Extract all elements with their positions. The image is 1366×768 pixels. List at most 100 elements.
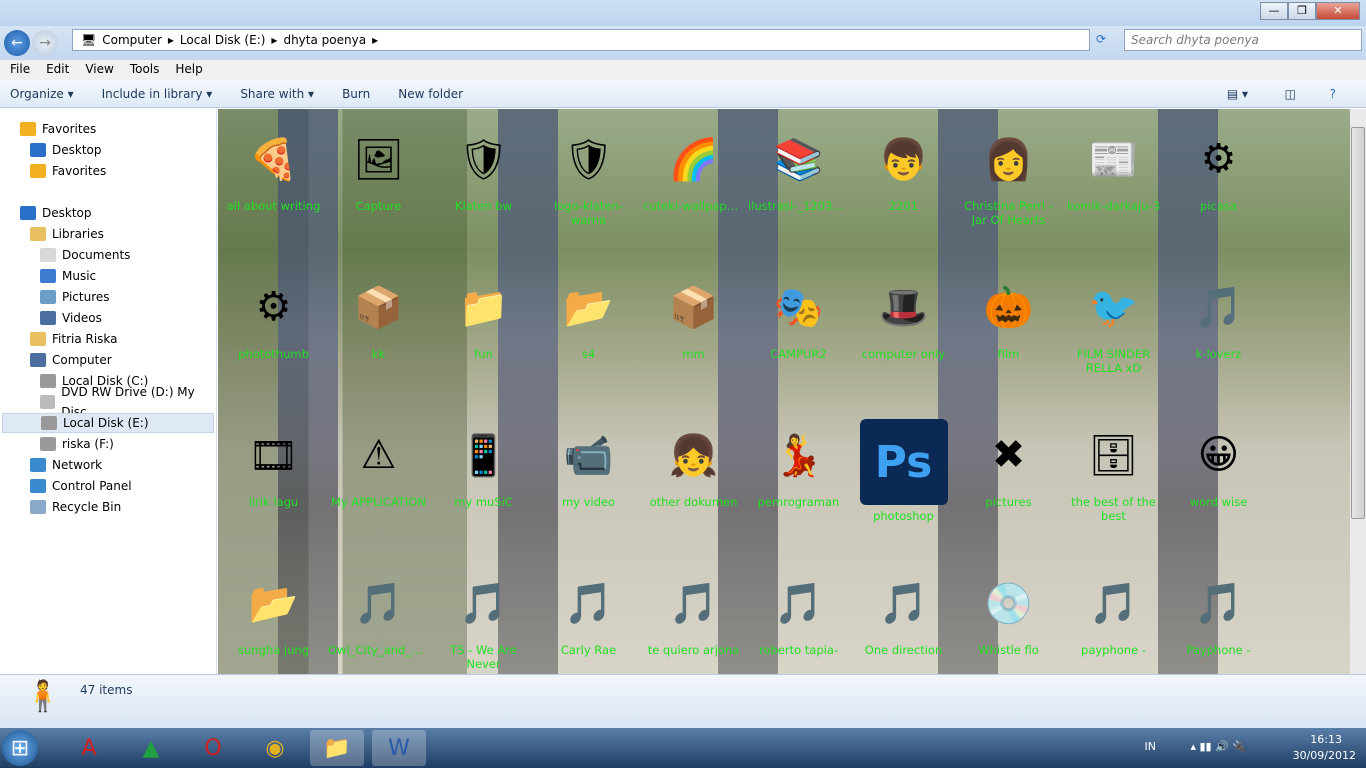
title-bar: — ❐ ✕ — [0, 0, 1366, 26]
breadcrumb-dhyta-poenya[interactable]: dhyta poenya — [283, 33, 366, 47]
organize-button[interactable]: Organize ▾ — [10, 87, 74, 101]
nav-item[interactable]: Desktop — [30, 140, 102, 160]
menu-tools[interactable]: Tools — [122, 60, 168, 80]
file-item[interactable]: 📂 s4 — [536, 271, 641, 362]
file-label: ilustrasi-_120319... — [748, 199, 851, 213]
taskbar-app-button[interactable]: ▲ — [124, 730, 178, 766]
nav-item[interactable]: DVD RW Drive (D:) My Disc — [40, 385, 216, 419]
menu-file[interactable]: File — [2, 60, 38, 80]
file-item[interactable]: 📚 ilustrasi-_120319... — [746, 123, 851, 214]
language-indicator[interactable]: IN — [1145, 740, 1156, 753]
search-input[interactable]: Search dhyta poenya — [1124, 29, 1362, 51]
file-item[interactable]: 🛡 logo-klaten-warna — [536, 123, 641, 228]
file-item[interactable]: ⚠ My APPLICATION — [326, 419, 431, 509]
view-options-icon[interactable]: ▤ ▾ — [1227, 87, 1248, 101]
menu-help[interactable]: Help — [167, 60, 210, 80]
file-item[interactable]: 🗄 the best of the best — [1061, 419, 1166, 524]
nav-item[interactable]: Videos — [40, 308, 102, 328]
file-item[interactable]: 🎭 CAMPUR2 — [746, 271, 851, 362]
file-item[interactable]: 🐦 FILM SINDER RELLA xD — [1061, 271, 1166, 376]
nav-item[interactable]: Pictures — [40, 287, 110, 307]
minimize-button[interactable]: — — [1260, 2, 1288, 20]
file-item[interactable]: ⚙ picasa — [1166, 123, 1271, 213]
clock-date[interactable]: 30/09/2012 — [1293, 749, 1356, 762]
tray-icons[interactable]: ▴ ▮▮ 🔊 🔌 — [1190, 740, 1246, 753]
nav-item[interactable]: Desktop — [20, 203, 92, 223]
file-item[interactable]: 🎵 One direction — [851, 567, 956, 658]
menu-view[interactable]: View — [77, 60, 121, 80]
nav-item[interactable]: Recycle Bin — [30, 497, 121, 517]
file-item[interactable]: 🎵 roberto tapia- — [746, 567, 851, 658]
taskbar-app-button[interactable]: 📁 — [310, 730, 364, 766]
file-item[interactable]: 🍕 all about writing — [221, 123, 326, 214]
nav-item[interactable]: Fitria Riska — [30, 329, 118, 349]
file-item[interactable]: 📂 sungha jung — [221, 567, 326, 658]
nav-item[interactable]: Libraries — [30, 224, 104, 244]
scrollbar-thumb[interactable] — [1351, 127, 1365, 519]
help-icon[interactable]: ? — [1330, 87, 1336, 101]
file-item[interactable]: 📱 my muSiC — [431, 419, 536, 510]
file-item[interactable]: 🎵 Carly Rae — [536, 567, 641, 658]
preview-pane-icon[interactable]: ◫ — [1285, 87, 1296, 101]
nav-item-label: Music — [62, 269, 97, 283]
close-button[interactable]: ✕ — [1316, 2, 1360, 20]
file-icon: 📂 — [248, 580, 299, 627]
clock-time[interactable]: 16:13 — [1310, 733, 1342, 746]
file-item[interactable]: 👩 Christina Perri - Jar Of Hearts — [956, 123, 1061, 228]
navigation-pane: Favorites Desktop Favorites Desktop Librarie… — [0, 109, 217, 674]
nav-item[interactable]: Favorites — [20, 119, 96, 139]
nav-item[interactable]: Favorites — [30, 161, 106, 181]
file-item[interactable]: 🖼 Capture — [326, 123, 431, 214]
nav-item[interactable]: Network — [30, 455, 102, 475]
burn-button[interactable]: Burn — [342, 87, 370, 101]
file-label: photoshop — [873, 509, 934, 523]
file-item[interactable]: 🌈 cuteki-wallpaper... — [641, 123, 746, 214]
file-item[interactable]: ⚙ photothumb — [221, 271, 326, 361]
file-item[interactable]: 🛡 Klaten bw — [431, 123, 536, 214]
file-item[interactable]: 🎵 Payphone - — [1166, 567, 1271, 658]
file-item[interactable]: Ps photoshop — [851, 419, 956, 523]
new-folder-button[interactable]: New folder — [398, 87, 463, 101]
file-item[interactable]: 📦 kk — [326, 271, 431, 362]
share-with-button[interactable]: Share with ▾ — [240, 87, 314, 101]
nav-item[interactable]: Local Disk (E:) — [2, 413, 214, 433]
back-button[interactable]: ← — [4, 30, 30, 56]
file-item[interactable]: 💃 pemrograman — [746, 419, 851, 510]
nav-item[interactable]: Control Panel — [30, 476, 132, 496]
taskbar-app-button[interactable]: W — [372, 730, 426, 766]
file-item[interactable]: 📦 mm — [641, 271, 746, 362]
breadcrumb-computer[interactable]: Computer — [102, 33, 162, 47]
include-in-library-button[interactable]: Include in library ▾ — [102, 87, 213, 101]
file-item[interactable]: 📰 komik-darkaju-3 — [1061, 123, 1166, 214]
file-item[interactable]: 👦 2201 — [851, 123, 956, 214]
file-icon: 🛡 — [458, 136, 509, 183]
nav-item[interactable]: Documents — [40, 245, 130, 265]
file-item[interactable]: 📹 my video — [536, 419, 641, 510]
taskbar-app-button[interactable]: O — [186, 730, 240, 766]
breadcrumb-local-disk-e[interactable]: Local Disk (E:) — [180, 33, 266, 47]
nav-item[interactable]: Computer — [30, 350, 112, 370]
file-item[interactable]: 🎵 TS - We Are Never — [431, 567, 536, 672]
address-input[interactable]: 🖥 Computer ▸ Local Disk (E:) ▸ dhyta poeny… — [72, 29, 1090, 51]
forward-button[interactable]: → — [32, 30, 58, 56]
file-item[interactable]: 🎞 lirik lagu — [221, 419, 326, 510]
maximize-button[interactable]: ❐ — [1288, 2, 1316, 20]
file-item[interactable]: 🎩 computer only — [851, 271, 956, 362]
file-item[interactable]: 🎵 payphone - — [1061, 567, 1166, 658]
taskbar-app-button[interactable]: ◉ — [248, 730, 302, 766]
file-item[interactable]: 📁 fun — [431, 271, 536, 362]
start-button[interactable]: ⊞ — [2, 730, 38, 766]
file-item[interactable]: 🎵 Owl_City_and_Ca... — [326, 567, 431, 658]
nav-item[interactable]: Music — [40, 266, 96, 286]
file-item[interactable]: 😀 word wise — [1166, 419, 1271, 509]
file-item[interactable]: 🎃 film — [956, 271, 1061, 362]
file-item[interactable]: 👧 other dokumen — [641, 419, 746, 510]
file-item[interactable]: 🎵 te quiero arjona — [641, 567, 746, 658]
file-item[interactable]: ✖ pictures — [956, 419, 1061, 509]
file-item[interactable]: 💿 Whistle flo — [956, 567, 1061, 658]
nav-item[interactable]: riska (F:) — [40, 434, 114, 454]
file-item[interactable]: 🎵 k-loverz — [1166, 271, 1271, 362]
refresh-icon[interactable]: ⟳ — [1096, 32, 1106, 46]
menu-edit[interactable]: Edit — [38, 60, 77, 80]
taskbar-app-button[interactable]: A — [62, 730, 116, 766]
